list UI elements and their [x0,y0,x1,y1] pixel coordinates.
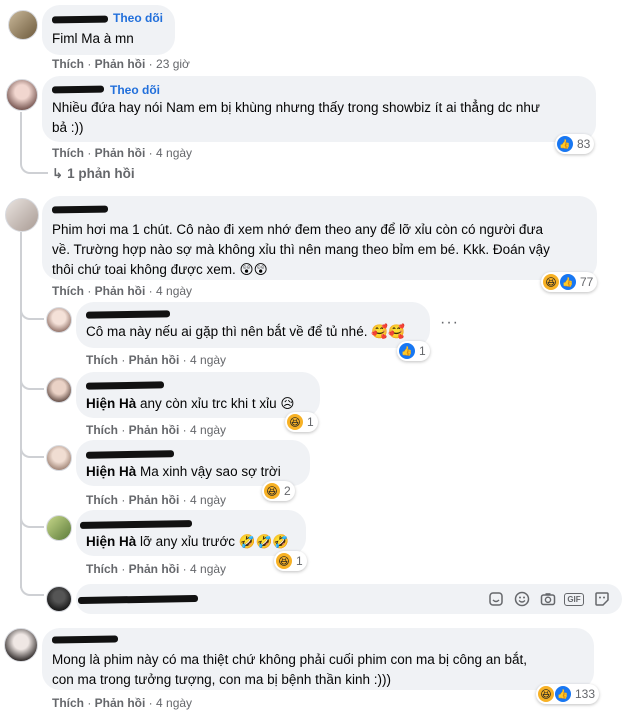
haha-reaction-icon: 😆 [287,414,303,430]
haha-reaction-icon: 😆 [538,686,554,702]
haha-reaction-icon: 😆 [276,553,292,569]
follow-link[interactable]: Theo dõi [113,11,163,25]
reply-actions: Thích · Phản hồi · 4 ngày [86,493,227,507]
redacted-name [85,310,171,319]
reply-link[interactable]: Phản hồi [129,353,180,367]
comment-actions: Thích · Phản hồi · 4 ngày [52,696,193,710]
reply-link[interactable]: Phản hồi [129,493,180,507]
like-link[interactable]: Thích [52,284,84,298]
avatar[interactable] [46,445,72,471]
reply-arrow-icon: ↳ [52,166,64,181]
camera-icon[interactable] [538,589,558,609]
like-link[interactable]: Thích [52,146,84,160]
gif-icon[interactable]: GIF [564,589,584,609]
comment-text: bả :)) [52,120,84,135]
haha-reaction-icon: 😆 [264,483,280,499]
mention-link[interactable]: Hiện Hà [86,464,136,479]
like-reaction-icon: 👍 [560,274,576,290]
comment-text: Phim hơi ma 1 chút. Cô nào đi xem nhớ đe… [52,222,543,237]
redacted-name [51,635,119,644]
follow-link[interactable]: Theo dõi [110,83,160,97]
reply-link[interactable]: Phản hồi [129,423,180,437]
timestamp[interactable]: 4 ngày [190,562,226,576]
like-link[interactable]: Thích [52,57,84,71]
haha-reaction-icon: 😆 [543,274,559,290]
reaction-summary[interactable]: 😆 2 [262,481,295,501]
avatar [46,586,72,612]
reply-text: Cô ma này nếu ai gặp thì nên bắt về để t… [86,324,405,339]
like-reaction-icon: 👍 [399,343,415,359]
redacted-name [85,381,165,390]
like-reaction-icon: 👍 [555,686,571,702]
comment-text: con ma trong tưởng tượng, con ma bị bệnh… [52,672,391,687]
thread-branch [20,510,44,528]
sticker-icon[interactable] [486,589,506,609]
like-link[interactable]: Thích [86,423,118,437]
comment-actions: Thích · Phản hồi · 4 ngày [52,146,193,160]
sticker-face-icon[interactable] [592,589,612,609]
timestamp[interactable]: 23 giờ [156,57,190,71]
reaction-summary[interactable]: 😆 1 [285,412,318,432]
reply-actions: Thích · Phản hồi · 4 ngày [86,562,227,576]
more-options-icon[interactable]: ··· [440,314,459,332]
reply-link[interactable]: Phản hồi [95,57,146,71]
comment-text: Fiml Ma à mn [52,31,134,46]
view-replies-link[interactable]: ↳ 1 phản hồi [52,166,135,182]
thread-branch [20,440,44,458]
like-link[interactable]: Thích [52,696,84,710]
reply-actions: Thích · Phản hồi · 4 ngày [86,423,227,437]
thread-branch [20,372,44,390]
comment-actions: Thích · Phản hồi · 23 giờ [52,57,190,71]
avatar[interactable] [46,377,72,403]
avatar[interactable] [46,307,72,333]
thread-branch [20,300,44,320]
redacted-name [51,85,105,94]
reaction-summary[interactable]: 😆 1 [274,551,307,571]
comment-actions: Thích · Phản hồi · 4 ngày [52,284,193,298]
reply-link[interactable]: Phản hồi [95,696,146,710]
comment-text: thôi chứ toai không được xem. 😲😲 [52,262,268,277]
reply-text: Hiện Hà lỡ any xỉu trước 🤣🤣🤣 [86,534,290,549]
timestamp[interactable]: 4 ngày [156,284,192,298]
reply-text: Hiện Hà Ma xinh vậy sao sợ trời [86,464,281,479]
mention-link[interactable]: Hiện Hà [86,396,136,411]
reply-link[interactable]: Phản hồi [129,562,180,576]
comment-text: về. Trường hợp nào sợ mà không xỉu thì n… [52,242,550,257]
reaction-summary[interactable]: 😆 👍 133 [536,684,600,704]
avatar[interactable] [6,79,38,111]
comment-text: Mong là phim này có ma thiệt chứ không p… [52,652,528,667]
like-link[interactable]: Thích [86,353,118,367]
timestamp[interactable]: 4 ngày [190,353,226,367]
timestamp[interactable]: 4 ngày [190,493,226,507]
mention-link[interactable]: Hiện Hà [86,534,136,549]
redacted-name [51,205,109,214]
timestamp[interactable]: 4 ngày [156,146,192,160]
avatar[interactable] [46,515,72,541]
avatar[interactable] [4,628,38,662]
like-reaction-icon: 👍 [557,136,573,152]
thread-line [20,232,22,588]
avatar[interactable] [5,198,39,232]
reaction-summary[interactable]: 👍 1 [397,341,430,361]
timestamp[interactable]: 4 ngày [156,696,192,710]
reply-link[interactable]: Phản hồi [95,284,146,298]
emoji-icon[interactable] [512,589,532,609]
reply-actions: Thích · Phản hồi · 4 ngày [86,353,227,367]
comment-text: Nhiều đứa hay nói Nam em bị khùng nhưng … [52,100,540,115]
timestamp[interactable]: 4 ngày [190,423,226,437]
reply-link[interactable]: Phản hồi [95,146,146,160]
avatar[interactable] [8,10,38,40]
thread-line [20,112,22,164]
like-link[interactable]: Thích [86,493,118,507]
reaction-summary[interactable]: 👍 83 [555,134,595,154]
like-link[interactable]: Thích [86,562,118,576]
thread-corner [20,160,48,174]
thread-branch [20,580,44,596]
reply-text: Hiện Hà any còn xỉu trc khi t xỉu 😥 [86,396,295,411]
redacted-name [51,15,109,24]
reaction-summary[interactable]: 😆 👍 77 [541,272,598,292]
